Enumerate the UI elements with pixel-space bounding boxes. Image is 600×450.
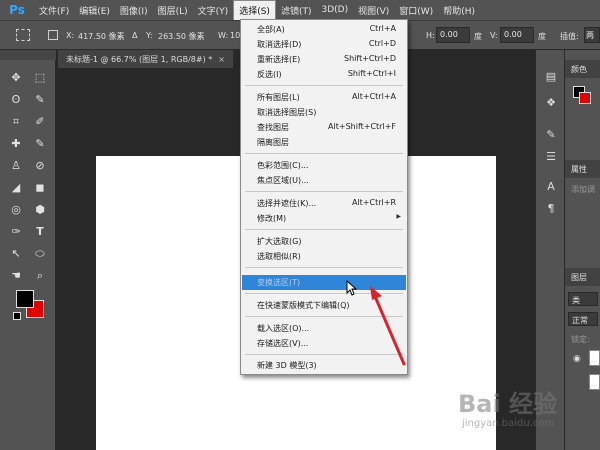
eraser-tool-icon[interactable]: ◢	[8, 180, 24, 196]
swatches-panel-icon[interactable]: ❖	[544, 96, 558, 110]
layer-filter-select[interactable]: 类	[568, 292, 598, 306]
menu-3d[interactable]: 3D(D)	[316, 0, 353, 20]
y-value[interactable]: 263.50 像素	[158, 31, 205, 42]
menu-view[interactable]: 视图(V)	[353, 0, 394, 20]
color-panel-tab[interactable]: 颜色	[565, 60, 600, 78]
eyedropper-tool-icon[interactable]: ✐	[32, 114, 48, 130]
menu-separator	[245, 191, 403, 192]
tools-panel-grip[interactable]	[0, 50, 56, 60]
clone-stamp-tool-icon[interactable]: ♙	[8, 158, 24, 174]
lock-label: 锁定:	[571, 335, 590, 344]
ellipse-tool-icon[interactable]: ⬭	[32, 246, 48, 262]
menu-separator	[245, 153, 403, 154]
photoshop-logo: Ps	[9, 3, 25, 17]
marquee-tool-icon[interactable]: ⬚	[32, 70, 48, 86]
brush-panel-icon[interactable]: ✎	[544, 128, 558, 142]
relative-delta-icon[interactable]: Δ	[132, 31, 137, 40]
menu-focus-area[interactable]: 焦点区域(U)...	[242, 173, 406, 188]
deg-unit-1: 度	[474, 32, 482, 41]
menu-all-layers[interactable]: 所有图层(L) Alt+Ctrl+A	[242, 90, 406, 105]
menu-filter[interactable]: 滤镜(T)	[276, 0, 317, 20]
adjust-panel-icon[interactable]: ☰	[544, 150, 558, 164]
menu-separator	[245, 85, 403, 86]
menu-deselect[interactable]: 取消选择(D) Ctrl+D	[242, 37, 406, 52]
deg-unit-2: 度	[538, 32, 546, 41]
character-panel-icon[interactable]: A	[544, 180, 558, 194]
history-panel-icon[interactable]: ▤	[544, 70, 558, 84]
mouse-cursor-icon	[346, 280, 358, 296]
pen-tool-icon[interactable]: ✑	[8, 224, 24, 240]
menu-inverse[interactable]: 反选(I) Shift+Ctrl+I	[242, 67, 406, 82]
properties-hint: 添加调	[571, 185, 595, 194]
layer-visibility-eye-icon[interactable]: ◉	[573, 354, 581, 364]
v-skew-input[interactable]: 0.00	[500, 27, 534, 43]
gradient-tool-icon[interactable]: ◼	[32, 180, 48, 196]
menu-select-all[interactable]: 全部(A) Ctrl+A	[242, 22, 406, 37]
lasso-tool-icon[interactable]: ʘ	[8, 92, 24, 108]
layer-thumbnail[interactable]	[589, 350, 600, 366]
move-tool-icon[interactable]: ✥	[8, 70, 24, 86]
interpolation-select[interactable]: 两	[584, 27, 600, 43]
foreground-color-swatch[interactable]	[16, 290, 34, 308]
menu-grow[interactable]: 扩大选取(G)	[242, 234, 406, 249]
menu-color-range[interactable]: 色彩范围(C)...	[242, 158, 406, 173]
h-skew-input[interactable]: 0.00	[436, 27, 470, 43]
menu-edit[interactable]: 编辑(E)	[74, 0, 115, 20]
y-label: Y:	[146, 31, 153, 40]
menu-isolate-layers[interactable]: 隔离图层	[242, 135, 406, 150]
healing-brush-tool-icon[interactable]: ✚	[8, 136, 24, 152]
x-label: X:	[66, 31, 75, 40]
transform-tool-icon[interactable]	[16, 29, 30, 41]
paragraph-panel-icon[interactable]: ¶	[544, 202, 558, 216]
color-panel-background[interactable]	[579, 92, 591, 104]
x-value[interactable]: 417.50 像素	[78, 31, 125, 42]
tools-panel: ✥ ⬚ ʘ ✎ ⌗ ✐ ✚ ✎ ♙ ⊘ ◢ ◼ ◎ ⬢ ✑ T ↖ ⬭ ☚ ⌕	[0, 50, 56, 450]
v-label: V:	[490, 31, 498, 40]
menu-similar[interactable]: 选取相似(R)	[242, 249, 406, 264]
crop-tool-icon[interactable]: ⌗	[8, 114, 24, 130]
layers-panel-tab[interactable]: 图层	[565, 268, 600, 286]
menu-separator	[245, 267, 403, 268]
reference-point-icon[interactable]	[48, 30, 58, 40]
w-value[interactable]: 10	[230, 31, 240, 40]
blend-mode-select[interactable]: 正常	[568, 312, 598, 326]
type-tool-icon[interactable]: T	[32, 224, 48, 240]
h-label: H:	[426, 31, 435, 40]
w-label: W:	[218, 31, 229, 40]
path-selection-tool-icon[interactable]: ↖	[8, 246, 24, 262]
watermark-logo: Bai 经验 jingyan.baidu.com	[458, 384, 594, 440]
blur-tool-icon[interactable]: ◎	[8, 202, 24, 218]
menu-window[interactable]: 窗口(W)	[394, 0, 438, 20]
menu-select[interactable]: 选择(S)	[233, 0, 276, 20]
menu-separator	[245, 229, 403, 230]
document-tab[interactable]: 未标题-1 @ 66.7% (图层 1, RGB/8#) * ×	[58, 50, 234, 68]
menu-bar: Ps 文件(F) 编辑(E) 图像(I) 图层(L) 文字(Y) 选择(S) 滤…	[0, 0, 600, 20]
properties-panel-tab[interactable]: 属性	[565, 160, 600, 178]
menu-find-layers[interactable]: 查找图层 Alt+Shift+Ctrl+F	[242, 120, 406, 135]
dodge-tool-icon[interactable]: ⬢	[32, 202, 48, 218]
menu-reselect[interactable]: 重新选择(E) Shift+Ctrl+D	[242, 52, 406, 67]
watermark-url: jingyan.baidu.com	[462, 418, 555, 429]
menu-image[interactable]: 图像(I)	[115, 0, 153, 20]
brush-tool-icon[interactable]: ✎	[32, 136, 48, 152]
watermark-text: Bai 经验	[458, 390, 558, 418]
menu-file[interactable]: 文件(F)	[34, 0, 74, 20]
zoom-tool-icon[interactable]: ⌕	[32, 268, 48, 284]
menu-modify[interactable]: 修改(M) ▶	[242, 211, 406, 226]
document-tab-title: 未标题-1 @ 66.7% (图层 1, RGB/8#) *	[66, 54, 213, 64]
menu-deselect-layers[interactable]: 取消选择图层(S)	[242, 105, 406, 120]
magic-wand-tool-icon[interactable]: ✎	[32, 92, 48, 108]
menu-select-and-mask[interactable]: 选择并遮住(K)... Alt+Ctrl+R	[242, 196, 406, 211]
close-icon[interactable]: ×	[218, 55, 225, 64]
hand-tool-icon[interactable]: ☚	[8, 268, 24, 284]
submenu-arrow-icon: ▶	[396, 213, 401, 220]
menu-help[interactable]: 帮助(H)	[438, 0, 480, 20]
history-brush-tool-icon[interactable]: ⊘	[32, 158, 48, 174]
annotation-arrow-icon	[370, 286, 406, 366]
interpolation-label: 插值:	[560, 32, 579, 41]
default-colors-icon[interactable]	[13, 312, 21, 320]
menu-type[interactable]: 文字(Y)	[193, 0, 234, 20]
menu-layer[interactable]: 图层(L)	[153, 0, 193, 20]
